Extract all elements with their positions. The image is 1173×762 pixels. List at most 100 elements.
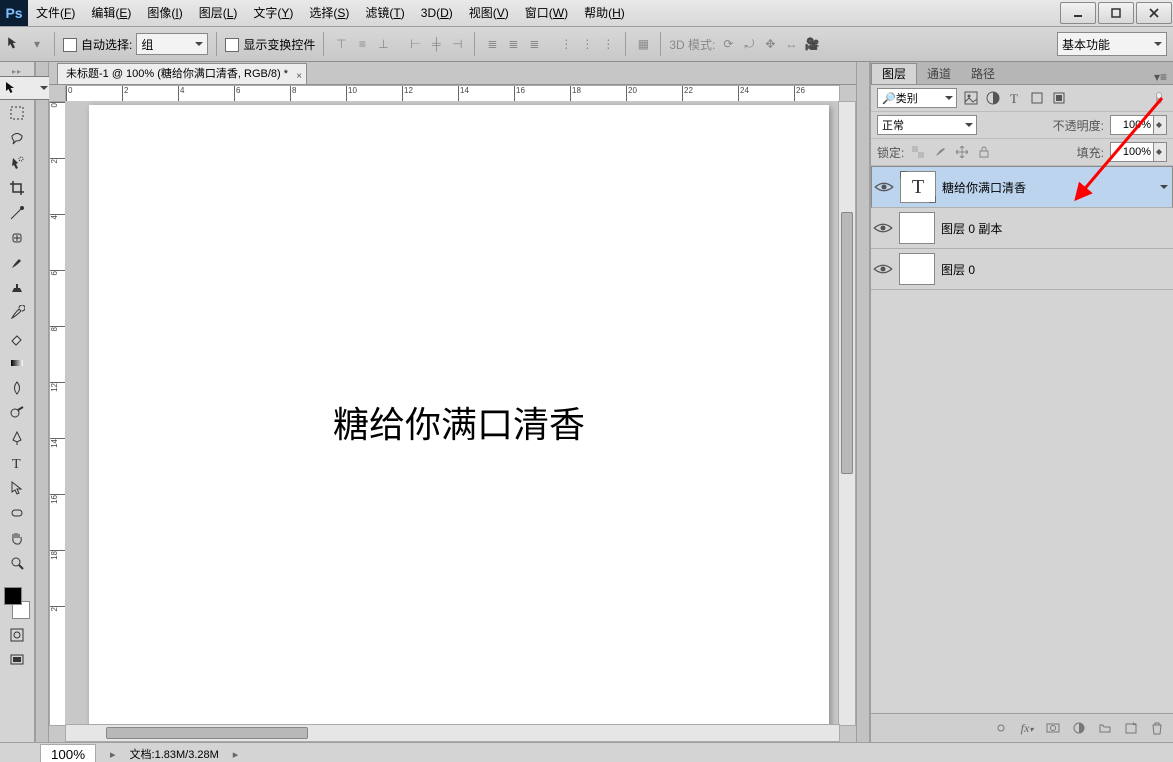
distribute-top-icon[interactable]: ≣: [483, 35, 501, 53]
horizontal-scroll-thumb[interactable]: [106, 727, 308, 739]
distribute-left-icon[interactable]: ⋮: [557, 35, 575, 53]
document-tab[interactable]: 未标题-1 @ 100% (糖给你满口清香, RGB/8) * ×: [57, 63, 307, 84]
menu-item[interactable]: 编辑(E): [83, 0, 139, 26]
minimize-button[interactable]: [1060, 2, 1096, 24]
vertical-scrollbar[interactable]: [838, 101, 856, 726]
auto-align-icon[interactable]: ▦: [634, 35, 652, 53]
distribute-bottom-icon[interactable]: ≣: [525, 35, 543, 53]
layer-name[interactable]: 图层 0: [941, 261, 975, 278]
fill-input[interactable]: [1110, 143, 1167, 161]
layer-name[interactable]: 糖给你满口清香: [942, 179, 1026, 196]
lock-transparency-icon[interactable]: [910, 144, 926, 160]
layer-name[interactable]: 图层 0 副本: [941, 220, 1002, 237]
auto-select-target[interactable]: 组: [136, 33, 208, 55]
zoom-tool[interactable]: [3, 551, 31, 575]
blur-tool[interactable]: [3, 376, 31, 400]
gradient-tool[interactable]: [3, 351, 31, 375]
marquee-tool[interactable]: [3, 101, 31, 125]
brush-tool[interactable]: [3, 251, 31, 275]
collapsed-panel-left[interactable]: [35, 62, 49, 742]
lock-all-icon[interactable]: [976, 144, 992, 160]
quick-mask-toggle[interactable]: [3, 623, 31, 647]
move-tool[interactable]: [0, 76, 53, 100]
menu-item[interactable]: 选择(S): [301, 0, 357, 26]
horizontal-scrollbar[interactable]: [65, 724, 840, 742]
healing-tool[interactable]: [3, 226, 31, 250]
show-transform-checkbox[interactable]: 显示变换控件: [225, 36, 315, 53]
filter-type-icon[interactable]: T: [1007, 90, 1023, 106]
opacity-field[interactable]: [1110, 115, 1154, 135]
layer-style-icon[interactable]: fx▾: [1019, 720, 1035, 736]
lock-paint-icon[interactable]: [932, 144, 948, 160]
tab-paths[interactable]: 路径: [961, 64, 1005, 84]
workspace-switcher[interactable]: 基本功能: [1057, 32, 1167, 56]
tools-grip[interactable]: ▸▸: [0, 66, 34, 76]
close-button[interactable]: [1136, 2, 1172, 24]
delete-layer-icon[interactable]: [1149, 720, 1165, 736]
crop-tool[interactable]: [3, 176, 31, 200]
link-layers-icon[interactable]: [993, 720, 1009, 736]
dodge-tool[interactable]: [3, 401, 31, 425]
zoom-field[interactable]: [40, 744, 96, 762]
shape-tool[interactable]: [3, 501, 31, 525]
filter-type-dropdown[interactable]: 🔎 类别: [877, 88, 957, 108]
layer-thumbnail[interactable]: [899, 253, 935, 285]
filter-toggle[interactable]: [1151, 90, 1167, 106]
new-layer-icon[interactable]: [1123, 720, 1139, 736]
color-swatches[interactable]: [1, 580, 33, 622]
layer-thumbnail[interactable]: T: [900, 171, 936, 203]
clone-stamp-tool[interactable]: [3, 276, 31, 300]
menu-item[interactable]: 滤镜(T): [357, 0, 412, 26]
menu-item[interactable]: 图像(I): [139, 0, 190, 26]
distribute-hcenter-icon[interactable]: ⋮: [578, 35, 596, 53]
blend-mode-dropdown[interactable]: 正常: [877, 115, 977, 135]
path-select-tool[interactable]: [3, 476, 31, 500]
layer-row[interactable]: 图层 0 副本: [871, 208, 1173, 249]
filter-adjust-icon[interactable]: [985, 90, 1001, 106]
orbit-icon[interactable]: ⟳: [719, 35, 737, 53]
align-vcenter-icon[interactable]: ≡: [353, 35, 371, 53]
align-top-icon[interactable]: ⊤: [332, 35, 350, 53]
auto-select-checkbox[interactable]: 自动选择:: [63, 36, 132, 53]
filter-shape-icon[interactable]: [1029, 90, 1045, 106]
menu-item[interactable]: 文字(Y): [245, 0, 301, 26]
slide-icon[interactable]: ↔: [782, 35, 800, 53]
panel-menu-icon[interactable]: ▾≡: [1148, 70, 1173, 84]
canvas[interactable]: 糖给你满口清香: [89, 105, 829, 726]
collapsed-panel-right[interactable]: [856, 62, 870, 742]
zoom-icon[interactable]: 🎥: [803, 35, 821, 53]
align-hcenter-icon[interactable]: ╪: [427, 35, 445, 53]
layer-group-icon[interactable]: [1097, 720, 1113, 736]
menu-item[interactable]: 图层(L): [191, 0, 246, 26]
status-menu-arrow[interactable]: ▸: [233, 748, 239, 761]
distribute-vcenter-icon[interactable]: ≣: [504, 35, 522, 53]
tab-channels[interactable]: 通道: [917, 64, 961, 84]
filter-pixel-icon[interactable]: [963, 90, 979, 106]
visibility-toggle[interactable]: [873, 259, 893, 279]
lasso-tool[interactable]: [3, 126, 31, 150]
menu-item[interactable]: 视图(V): [461, 0, 517, 26]
chevron-down-icon[interactable]: ▾: [28, 35, 46, 53]
pan-icon[interactable]: ✥: [761, 35, 779, 53]
screen-mode-toggle[interactable]: [3, 648, 31, 672]
fill-field[interactable]: [1110, 142, 1154, 162]
menu-item[interactable]: 3D(D): [413, 0, 461, 26]
layer-row[interactable]: 图层 0: [871, 249, 1173, 290]
type-tool[interactable]: T: [3, 451, 31, 475]
opacity-input[interactable]: [1110, 116, 1167, 134]
menu-item[interactable]: 窗口(W): [517, 0, 576, 26]
history-brush-tool[interactable]: [3, 301, 31, 325]
pen-tool[interactable]: [3, 426, 31, 450]
adjustment-layer-icon[interactable]: [1071, 720, 1087, 736]
menu-item[interactable]: 帮助(H): [576, 0, 633, 26]
filter-smart-icon[interactable]: [1051, 90, 1067, 106]
status-arrow-icon[interactable]: ▸: [110, 748, 116, 761]
align-bottom-icon[interactable]: ⊥: [374, 35, 392, 53]
align-right-icon[interactable]: ⊣: [448, 35, 466, 53]
distribute-right-icon[interactable]: ⋮: [599, 35, 617, 53]
quick-select-tool[interactable]: [3, 151, 31, 175]
eraser-tool[interactable]: [3, 326, 31, 350]
hand-tool[interactable]: [3, 526, 31, 550]
maximize-button[interactable]: [1098, 2, 1134, 24]
layer-row[interactable]: T 糖给你满口清香: [871, 166, 1173, 208]
